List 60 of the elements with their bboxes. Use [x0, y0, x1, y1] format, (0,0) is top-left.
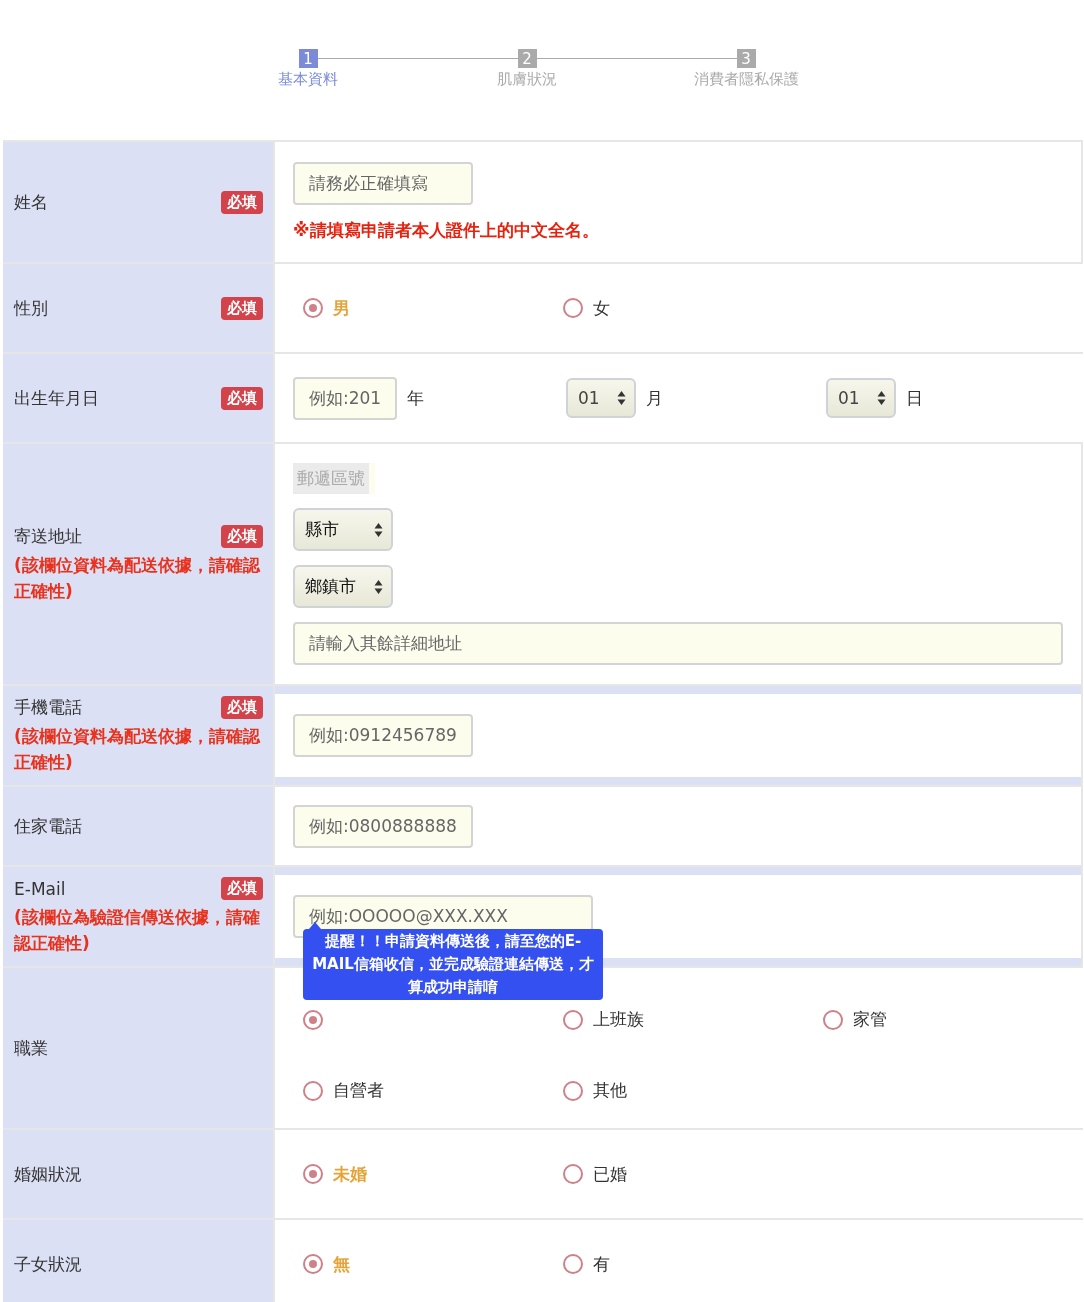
field-note: (該欄位為驗證信傳送依據，請確認正確性)	[14, 906, 261, 955]
step-number: 2	[517, 49, 537, 68]
unit-label: 日	[906, 386, 923, 410]
radio-button[interactable]	[563, 1009, 583, 1030]
radio-label[interactable]: 有	[593, 1252, 610, 1276]
district-select[interactable]: 鄉鎮市	[293, 565, 393, 608]
field-note: (該欄位資料為配送依據，請確認正確性)	[14, 553, 262, 603]
radio-button[interactable]	[303, 1080, 323, 1101]
radio-label[interactable]: 其他	[593, 1079, 627, 1102]
field-label: 手機電話	[14, 696, 82, 719]
radio-button[interactable]	[823, 1009, 843, 1030]
step-label: 肌膚狀況	[497, 70, 557, 89]
required-badge: 必填	[221, 296, 263, 320]
unit-label: 月	[646, 386, 663, 410]
up-down-arrow-icon	[617, 390, 626, 406]
month-select[interactable]: 01	[566, 378, 636, 418]
up-down-arrow-icon	[374, 521, 383, 538]
field-note: (該欄位資料為配送依據，請確認正確性)	[14, 725, 262, 774]
required-badge: 必填	[221, 524, 263, 548]
required-badge: 必填	[221, 190, 263, 214]
radio-button[interactable]	[303, 1254, 323, 1274]
input-field[interactable]: 例如:0912456789	[293, 714, 473, 757]
step-number: 3	[736, 49, 756, 68]
input-field[interactable]: 請務必正確填寫	[293, 162, 473, 205]
radio-label[interactable]: 女	[593, 296, 610, 320]
field-label: 婚姻狀況	[14, 1162, 82, 1186]
required-badge: 必填	[221, 877, 263, 900]
field-label: 性別	[14, 296, 48, 320]
field-label: 出生年月日	[14, 386, 99, 410]
address-field[interactable]: 請輸入其餘詳細地址	[293, 622, 1063, 665]
radio-button[interactable]	[563, 1080, 583, 1101]
radio-label[interactable]: 家管	[853, 1008, 887, 1031]
required-badge: 必填	[221, 696, 263, 719]
field-label: 寄送地址	[14, 524, 82, 548]
day-select[interactable]: 01	[826, 378, 896, 418]
up-down-arrow-icon	[374, 578, 383, 595]
radio-button[interactable]	[303, 1009, 323, 1030]
required-badge: 必填	[221, 386, 263, 410]
radio-button[interactable]	[303, 1164, 323, 1184]
field-label: 職業	[14, 1036, 48, 1060]
input-field[interactable]: 例如:0800888888	[293, 804, 473, 848]
radio-button[interactable]	[303, 298, 323, 318]
radio-button[interactable]	[563, 1164, 583, 1184]
up-down-arrow-icon	[877, 390, 886, 406]
radio-button[interactable]	[563, 298, 583, 318]
year-field[interactable]: 例如:201	[293, 376, 398, 420]
step-label: 消費者隱私保護	[693, 70, 799, 89]
radio-label[interactable]: 已婚	[593, 1162, 627, 1186]
unit-label: 年	[407, 386, 425, 410]
field-label: 住家電話	[14, 814, 82, 838]
radio-label[interactable]: 上班族	[593, 1008, 644, 1031]
hint-text: ※請填寫申請者本人證件上的中文全名。	[293, 219, 600, 242]
field-label: 子女狀況	[14, 1252, 82, 1276]
field-label: E-Mail	[14, 878, 66, 899]
step-label: 基本資料	[278, 70, 338, 89]
step-number: 1	[298, 49, 318, 68]
field-label: 姓名	[14, 190, 48, 214]
city-select[interactable]: 縣市	[293, 508, 393, 551]
radio-label[interactable]: 自營者	[333, 1079, 384, 1102]
radio-button[interactable]	[563, 1254, 583, 1274]
